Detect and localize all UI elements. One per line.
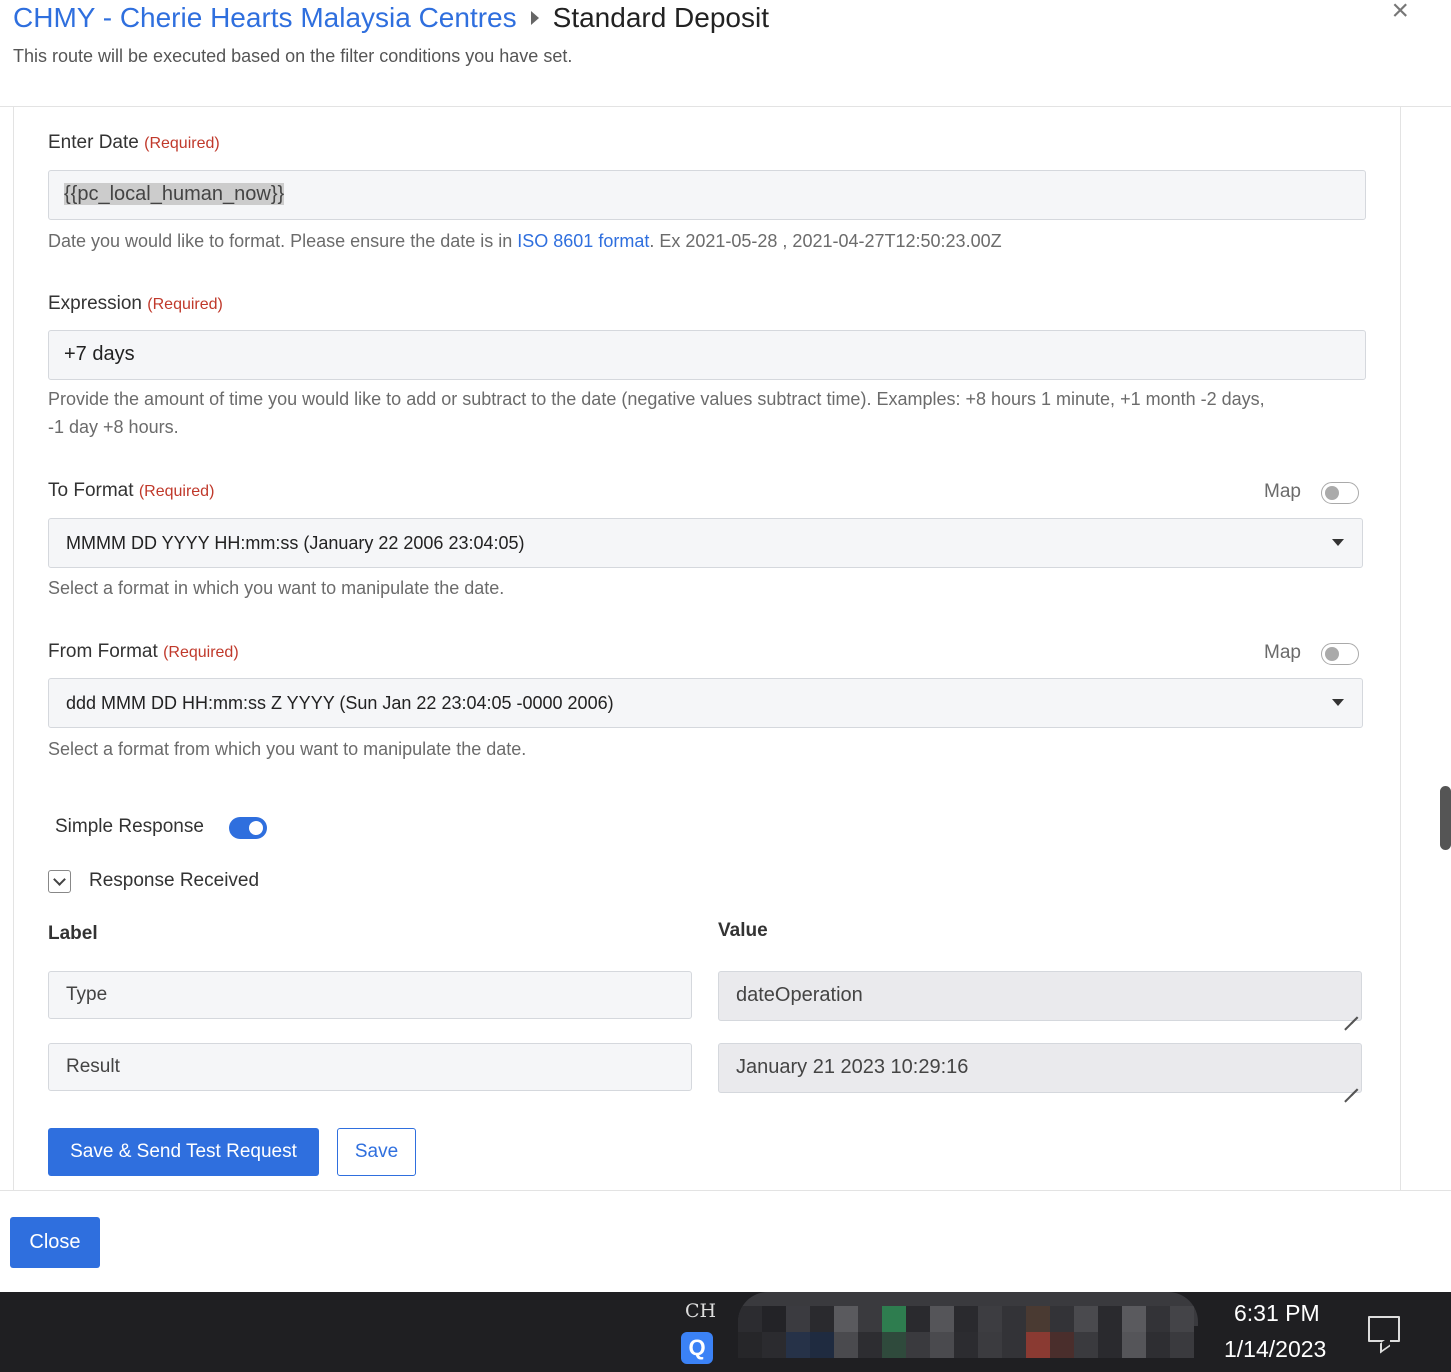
modal-footer: Close — [0, 1190, 1451, 1292]
row-result-value: January 21 2023 10:29:16 — [736, 1056, 969, 1078]
page-title: CHMY - Cherie Hearts Malaysia Centres Sta… — [13, 2, 769, 34]
from-format-map-label: Map — [1264, 642, 1301, 663]
os-taskbar: CH Q 6:31 PM 1/14/2023 — [0, 1292, 1451, 1372]
caret-down-icon — [1332, 539, 1344, 546]
to-format-selected: MMMM DD YYYY HH:mm:ss (January 22 2006 2… — [66, 533, 525, 553]
from-format-label-text: From Format — [48, 641, 158, 662]
caret-down-icon — [1332, 699, 1344, 706]
taskbar-time[interactable]: 6:31 PM — [1234, 1300, 1320, 1327]
required-marker: (Required) — [147, 296, 223, 313]
enter-date-help-prefix: Date you would like to format. Please en… — [48, 231, 518, 251]
row-type-label: Type — [66, 984, 108, 1005]
close-icon[interactable]: × — [1391, 0, 1409, 28]
enter-date-value: {{pc_local_human_now}} — [64, 183, 285, 205]
iso-8601-link[interactable]: ISO 8601 format — [517, 231, 649, 251]
breadcrumb-parent[interactable]: CHMY - Cherie Hearts Malaysia Centres — [13, 2, 517, 33]
to-format-map-label: Map — [1264, 481, 1301, 502]
required-marker: (Required) — [163, 644, 239, 661]
form-panel: Enter Date (Required) {{pc_local_human_n… — [13, 107, 1401, 1190]
enter-date-label: Enter Date (Required) — [48, 132, 220, 154]
value-column-header: Value — [718, 920, 768, 941]
taskbar-date[interactable]: 1/14/2023 — [1224, 1336, 1326, 1363]
from-format-help: Select a format from which you want to m… — [48, 739, 527, 759]
expression-label: Expression (Required) — [48, 293, 223, 315]
response-row-value[interactable]: January 21 2023 10:29:16 — [718, 1043, 1362, 1093]
notification-icon[interactable] — [1368, 1316, 1400, 1342]
resize-handle-icon[interactable] — [1344, 1003, 1358, 1017]
enter-date-label-text: Enter Date — [48, 132, 139, 153]
resize-handle-icon[interactable] — [1344, 1075, 1358, 1089]
expression-value: +7 days — [64, 343, 135, 365]
modal-header: CHMY - Cherie Hearts Malaysia Centres Sta… — [0, 0, 1451, 107]
to-format-select[interactable]: MMMM DD YYYY HH:mm:ss (January 22 2006 2… — [48, 518, 1363, 568]
to-format-map-toggle[interactable] — [1321, 482, 1359, 504]
required-marker: (Required) — [144, 135, 220, 152]
label-column-header: Label — [48, 923, 98, 944]
row-result-label: Result — [66, 1056, 120, 1077]
response-row-value[interactable]: dateOperation — [718, 971, 1362, 1021]
to-format-label: To Format (Required) — [48, 480, 214, 502]
expression-help-line1: Provide the amount of time you would lik… — [48, 389, 1265, 409]
expression-input[interactable]: +7 days — [48, 330, 1366, 380]
response-row-label[interactable]: Type — [48, 971, 692, 1019]
from-format-select[interactable]: ddd MMM DD HH:mm:ss Z YYYY (Sun Jan 22 2… — [48, 678, 1363, 728]
breadcrumb-current: Standard Deposit — [552, 2, 769, 33]
to-format-help: Select a format in which you want to man… — [48, 578, 505, 598]
required-marker: (Required) — [138, 483, 215, 500]
simple-response-toggle[interactable] — [229, 817, 267, 839]
response-row-label[interactable]: Result — [48, 1043, 692, 1091]
tray-app-icon[interactable]: Q — [681, 1332, 713, 1364]
row-type-value: dateOperation — [736, 984, 863, 1006]
chevron-down-icon[interactable] — [48, 870, 71, 893]
expression-help-line2: -1 day +8 hours. — [48, 417, 179, 437]
to-format-label-text: To Format — [48, 480, 134, 501]
route-subtitle: This route will be executed based on the… — [13, 46, 573, 66]
from-format-map-toggle[interactable] — [1321, 643, 1359, 665]
scrollbar-thumb[interactable] — [1440, 786, 1451, 850]
enter-date-input[interactable]: {{pc_local_human_now}} — [48, 170, 1366, 220]
breadcrumb-caret-icon — [530, 10, 539, 25]
from-format-label: From Format (Required) — [48, 641, 239, 663]
enter-date-help-suffix: . Ex 2021-05-28 , 2021-04-27T12:50:23.00… — [649, 231, 1002, 251]
simple-response-label: Simple Response — [55, 816, 204, 837]
expression-label-text: Expression — [48, 293, 142, 314]
close-button[interactable]: Close — [10, 1217, 100, 1268]
expression-help: Provide the amount of time you would lik… — [48, 385, 1265, 441]
save-button[interactable]: Save — [337, 1128, 416, 1176]
response-received-label: Response Received — [89, 870, 260, 891]
from-format-selected: ddd MMM DD HH:mm:ss Z YYYY (Sun Jan 22 2… — [66, 693, 614, 713]
enter-date-help: Date you would like to format. Please en… — [48, 227, 1002, 255]
input-method-indicator[interactable]: CH — [685, 1300, 716, 1322]
save-and-send-test-button[interactable]: Save & Send Test Request — [48, 1128, 319, 1176]
obscured-tray-icons — [738, 1292, 1198, 1372]
